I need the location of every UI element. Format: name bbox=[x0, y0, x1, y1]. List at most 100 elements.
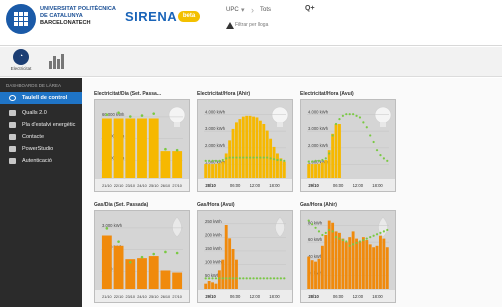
data-point bbox=[117, 111, 120, 115]
data-point bbox=[345, 113, 348, 116]
data-point bbox=[259, 156, 262, 159]
query-button[interactable]: Q+ bbox=[305, 5, 315, 12]
data-point bbox=[331, 134, 334, 137]
x-tick-label: 06:00 bbox=[333, 294, 344, 299]
bar bbox=[272, 146, 276, 178]
tab-electricitat-label: Electricitat bbox=[10, 66, 32, 71]
sidebar-item-pla-estalvi[interactable]: Pla d'estalvi energètic bbox=[0, 119, 82, 131]
bar bbox=[217, 163, 221, 178]
x-tick-label: 12:00 bbox=[353, 294, 364, 299]
data-point bbox=[128, 260, 132, 264]
bar bbox=[228, 238, 232, 289]
bar bbox=[368, 244, 372, 289]
data-point bbox=[211, 159, 214, 162]
filter-text[interactable]: Filtrar per lloga bbox=[235, 22, 268, 28]
chart-area[interactable]: 250 kWh 200 kWh 150 kWh 100 kWh 50 kWh 29/10 0… bbox=[197, 210, 293, 303]
chart-area[interactable]: 4.000 kWh 3.000 kWh 2.000 kWh 1.000 kWh 28/1… bbox=[197, 99, 293, 192]
bar bbox=[355, 238, 358, 289]
x-tick-label: 27/10 bbox=[172, 295, 182, 299]
scope-select-2[interactable]: Tots bbox=[260, 7, 271, 13]
data-point bbox=[249, 277, 252, 280]
sidebar-item-label: Taulell de control bbox=[22, 95, 68, 101]
app-name[interactable]: SIRENA bbox=[125, 9, 177, 24]
data-point bbox=[355, 241, 358, 245]
y-tick-label: 100 kWh bbox=[205, 260, 222, 265]
data-point bbox=[324, 231, 327, 234]
chart-card[interactable]: Electricitat/Hora (Avui) 4.000 kWh 3.000 … bbox=[300, 91, 396, 192]
bar bbox=[235, 122, 238, 178]
bar bbox=[324, 235, 328, 289]
sidebar-item-autenticacio[interactable]: Autenticació bbox=[0, 155, 82, 167]
data-point bbox=[369, 236, 372, 239]
chart-title: Gas/Dia (Set. Passada) bbox=[94, 202, 149, 208]
flame-icon bbox=[172, 216, 182, 238]
bar bbox=[204, 164, 208, 178]
bar bbox=[238, 119, 242, 178]
chart-area[interactable]: 4.000 kWh 3.000 kWh 2.000 kWh 1.000 kWh 29/1… bbox=[300, 99, 396, 192]
data-point bbox=[152, 112, 156, 115]
data-point bbox=[314, 226, 317, 229]
y-tick-label: 3.000 kWh bbox=[205, 126, 226, 131]
x-tick-label: 29/10 bbox=[308, 183, 319, 188]
bar bbox=[172, 272, 183, 289]
data-point bbox=[140, 255, 144, 259]
y-tick-label: 80 kWh bbox=[308, 220, 323, 225]
bar bbox=[211, 282, 214, 289]
bar bbox=[262, 124, 266, 178]
chart-area[interactable]: 80 kWh60 kWh40 kWh20 kWh28/1006:0012:001… bbox=[300, 210, 396, 303]
chart-card[interactable]: Electricitat/Dia (Set. Passa... 60.000 k… bbox=[94, 91, 190, 192]
data-point bbox=[382, 157, 385, 160]
tab-bar-chart[interactable] bbox=[48, 53, 66, 69]
bar bbox=[217, 270, 221, 289]
data-point bbox=[242, 277, 245, 280]
data-point bbox=[242, 156, 245, 159]
data-point bbox=[317, 159, 321, 162]
tab-electricitat[interactable]: ◔ Electricitat bbox=[7, 49, 35, 75]
x-tick-label: 18:00 bbox=[372, 183, 383, 188]
data-point bbox=[255, 277, 259, 280]
sidebar-item-contacte[interactable]: Contacte bbox=[0, 131, 82, 143]
data-point bbox=[338, 237, 341, 240]
data-point bbox=[352, 243, 355, 246]
y-tick-label: 200 kWh bbox=[205, 232, 222, 237]
bar bbox=[344, 242, 348, 289]
data-point bbox=[276, 277, 279, 280]
bar bbox=[148, 118, 159, 178]
sidebar-item-quals[interactable]: Qualls 2.0 bbox=[0, 107, 82, 119]
chart-card[interactable]: Electricitat/Hora (Ahir) 4.000 kWh 3.000 … bbox=[197, 91, 293, 192]
chart-card[interactable]: Gas/Dia (Set. Passada) 3.000 kWh 2.000 kW… bbox=[94, 202, 190, 303]
x-tick-label: 28/10 bbox=[308, 294, 319, 299]
data-point bbox=[338, 117, 341, 121]
bar bbox=[282, 161, 286, 178]
chart-card[interactable]: Gas/Hora (Ahir) 80 kWh60 kWh40 kWh20 kWh… bbox=[300, 202, 396, 303]
sidebar-item-taulell[interactable]: Taulell de control bbox=[0, 92, 82, 104]
x-tick-label: 18:00 bbox=[372, 294, 383, 299]
bulb-icon bbox=[271, 106, 289, 124]
data-point bbox=[175, 251, 179, 255]
bar bbox=[231, 128, 235, 178]
chart-area[interactable]: 3.000 kWh 2.000 kWh 1.000 kWh 21/10 22/10 23/… bbox=[94, 210, 190, 303]
x-tick-label: 21/10 bbox=[102, 295, 112, 299]
chevron-down-icon[interactable]: ▾ bbox=[241, 6, 245, 14]
data-point bbox=[255, 156, 259, 159]
chart-card[interactable]: Gas/Hora (Avui) 250 kWh 200 kWh 150 kWh 100… bbox=[197, 202, 293, 303]
data-point bbox=[105, 227, 109, 230]
dashboard-icon bbox=[9, 95, 16, 101]
org-line-2: DE CATALUNYA bbox=[40, 13, 83, 19]
bar bbox=[211, 164, 214, 178]
box-icon bbox=[9, 158, 16, 164]
data-point bbox=[365, 126, 368, 129]
sidebar-item-powerstudio[interactable]: PowerStudio bbox=[0, 143, 82, 155]
chart-area[interactable]: 60.000 kWh 40.000 kWh 20.000 kWh 21/10 22/10… bbox=[94, 99, 190, 192]
data-point bbox=[341, 114, 344, 117]
upc-logo[interactable] bbox=[6, 4, 36, 34]
bar bbox=[235, 259, 238, 289]
scope-select[interactable]: UPC bbox=[226, 7, 239, 13]
y-tick-label: 40 kWh bbox=[308, 254, 323, 259]
y-tick-label: 4.000 kWh bbox=[308, 109, 329, 114]
bar bbox=[265, 130, 269, 178]
data-point bbox=[317, 230, 321, 233]
chart-svg: 250 kWh200 kWh150 kWh100 kWh50 kWh29/10 0… bbox=[198, 216, 292, 302]
data-point bbox=[362, 238, 365, 242]
chevron-right-icon: › bbox=[251, 5, 254, 15]
